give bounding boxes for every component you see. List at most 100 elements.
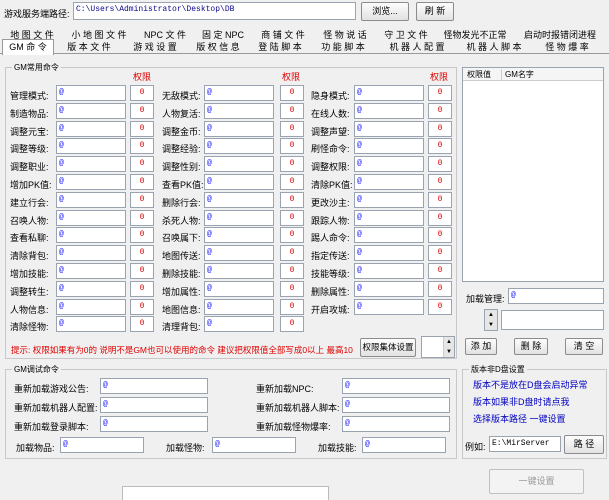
tab-7-row2[interactable]: 机 器 人 配 置 xyxy=(378,40,456,54)
gm-cmd-input[interactable]: @ xyxy=(56,191,126,208)
spin-down-icon[interactable]: ▼ xyxy=(485,320,497,330)
tab-1-row2[interactable]: GM 命 令 xyxy=(2,39,54,55)
gm-perm-input[interactable]: 0 xyxy=(280,191,304,208)
gm-perm-input[interactable]: 0 xyxy=(428,174,452,190)
gm-cmd-input[interactable]: @ xyxy=(354,209,424,226)
version-line-2[interactable]: 版本如果非D盘时请点我 xyxy=(473,395,570,408)
example-input[interactable]: E:\MirServer xyxy=(489,436,561,452)
spin-up-icon[interactable]: ▲ xyxy=(485,310,497,320)
gm-cmd-input[interactable]: @ xyxy=(354,120,424,137)
gm-cmd-input[interactable]: @ xyxy=(56,102,126,119)
gm-cmd-input[interactable]: @ xyxy=(354,174,424,190)
gm-cmd-input[interactable]: @ xyxy=(56,245,126,262)
gm-perm-input[interactable]: 0 xyxy=(428,263,452,279)
gm-cmd-input[interactable]: @ xyxy=(56,227,126,244)
perm-set-button[interactable]: 权限集体设置 xyxy=(360,338,416,357)
gm-cmd-input[interactable]: @ xyxy=(204,316,274,333)
gm-cmd-input[interactable]: @ xyxy=(56,209,126,226)
gm-cmd-input[interactable]: @ xyxy=(56,298,126,315)
gm-cmd-input[interactable]: @ xyxy=(354,263,424,279)
gm-cmd-input[interactable]: @ xyxy=(204,102,274,119)
tab-8-row2[interactable]: 机 器 人 脚 本 xyxy=(460,40,528,54)
debug-cmd-input[interactable]: @ xyxy=(100,416,208,432)
gm-cmd-input[interactable]: @ xyxy=(204,120,274,137)
gm-cmd-input[interactable]: @ xyxy=(354,156,424,173)
path-input[interactable]: C:\Users\Administrator\Desktop\DB xyxy=(73,2,356,20)
refresh-button[interactable]: 刷 新 xyxy=(416,2,454,21)
tab-5-row2[interactable]: 登 陆 脚 本 xyxy=(252,40,308,54)
gm-perm-input[interactable]: 0 xyxy=(280,298,304,315)
gm-perm-input[interactable]: 0 xyxy=(280,263,304,279)
gm-perm-input[interactable]: 0 xyxy=(428,191,452,208)
gm-perm-input[interactable]: 0 xyxy=(428,102,452,119)
gm-list-col-name[interactable]: GM名字 xyxy=(501,69,534,80)
gm-perm-input[interactable]: 0 xyxy=(428,138,452,155)
gm-perm-input[interactable]: 0 xyxy=(280,85,304,101)
perm-set-spinner[interactable]: ▲ ▼ xyxy=(421,336,455,358)
gm-perm-input[interactable]: 0 xyxy=(280,209,304,226)
tab-3-row2[interactable]: 游 戏 设 置 xyxy=(126,40,184,54)
gm-cmd-input[interactable]: @ xyxy=(354,298,424,315)
gm-perm-input[interactable]: 0 xyxy=(280,280,304,297)
gm-cmd-input[interactable]: @ xyxy=(354,138,424,155)
load-item-input[interactable]: @ xyxy=(212,437,296,453)
gm-perm-input[interactable]: 0 xyxy=(428,227,452,244)
gm-perm-input[interactable]: 0 xyxy=(130,227,154,244)
gm-cmd-input[interactable]: @ xyxy=(204,191,274,208)
gm-cmd-input[interactable]: @ xyxy=(354,227,424,244)
gm-cmd-input[interactable]: @ xyxy=(56,120,126,137)
gm-perm-input[interactable]: 0 xyxy=(130,120,154,137)
gm-perm-input[interactable]: 0 xyxy=(130,280,154,297)
gm-perm-input[interactable]: 0 xyxy=(130,102,154,119)
gm-perm-input[interactable]: 0 xyxy=(280,174,304,190)
perm-spinner[interactable]: ▲ ▼ xyxy=(484,309,498,331)
gm-cmd-input[interactable]: @ xyxy=(204,174,274,190)
gm-cmd-input[interactable]: @ xyxy=(204,245,274,262)
gm-perm-input[interactable]: 0 xyxy=(280,227,304,244)
gm-perm-input[interactable]: 0 xyxy=(130,298,154,315)
load-mgmt-input[interactable]: @ xyxy=(508,288,604,304)
load-item-input[interactable]: @ xyxy=(362,437,446,453)
gm-cmd-input[interactable]: @ xyxy=(204,156,274,173)
gm-perm-input[interactable]: 0 xyxy=(130,191,154,208)
gm-perm-input[interactable]: 0 xyxy=(280,120,304,137)
gm-perm-input[interactable]: 0 xyxy=(280,138,304,155)
gm-cmd-input[interactable]: @ xyxy=(204,85,274,101)
gm-cmd-input[interactable]: @ xyxy=(354,245,424,262)
tab-9-row2[interactable]: 怪 物 爆 率 xyxy=(532,40,602,54)
gm-perm-input[interactable]: 0 xyxy=(130,174,154,190)
path-button[interactable]: 路 径 xyxy=(564,435,604,454)
gm-cmd-input[interactable]: @ xyxy=(204,209,274,226)
onekey-button[interactable]: 一键设置 xyxy=(489,469,584,494)
gm-cmd-input[interactable]: @ xyxy=(354,280,424,297)
gm-cmd-input[interactable]: @ xyxy=(354,102,424,119)
debug-cmd-input[interactable]: @ xyxy=(342,397,450,413)
gm-perm-input[interactable]: 0 xyxy=(428,245,452,262)
tab-2-row2[interactable]: 版 本 文 件 xyxy=(56,40,122,54)
gm-cmd-input[interactable]: @ xyxy=(56,85,126,101)
gm-cmd-input[interactable]: @ xyxy=(56,174,126,190)
gm-cmd-input[interactable]: @ xyxy=(56,138,126,155)
gm-perm-input[interactable]: 0 xyxy=(428,298,452,315)
delete-button[interactable]: 删 除 xyxy=(514,338,548,355)
gm-cmd-input[interactable]: @ xyxy=(56,156,126,173)
gm-perm-input[interactable]: 0 xyxy=(280,245,304,262)
gm-cmd-input[interactable]: @ xyxy=(204,263,274,279)
gm-perm-input[interactable]: 0 xyxy=(428,120,452,137)
gm-cmd-input[interactable]: @ xyxy=(56,263,126,279)
gm-cmd-input[interactable]: @ xyxy=(204,227,274,244)
gm-perm-input[interactable]: 0 xyxy=(428,209,452,226)
gm-perm-input[interactable]: 0 xyxy=(280,316,304,333)
spin-down-icon[interactable]: ▼ xyxy=(443,347,454,357)
gm-perm-input[interactable]: 0 xyxy=(428,85,452,101)
gm-perm-input[interactable]: 0 xyxy=(280,102,304,119)
gm-cmd-input[interactable]: @ xyxy=(56,280,126,297)
gm-perm-input[interactable]: 0 xyxy=(428,280,452,297)
gm-cmd-input[interactable]: @ xyxy=(354,191,424,208)
gm-perm-input[interactable]: 0 xyxy=(130,209,154,226)
debug-cmd-input[interactable]: @ xyxy=(342,378,450,394)
gm-cmd-input[interactable]: @ xyxy=(204,298,274,315)
gm-perm-input[interactable]: 0 xyxy=(428,156,452,173)
gm-perm-input[interactable]: 0 xyxy=(130,263,154,279)
gm-cmd-input[interactable]: @ xyxy=(354,85,424,101)
